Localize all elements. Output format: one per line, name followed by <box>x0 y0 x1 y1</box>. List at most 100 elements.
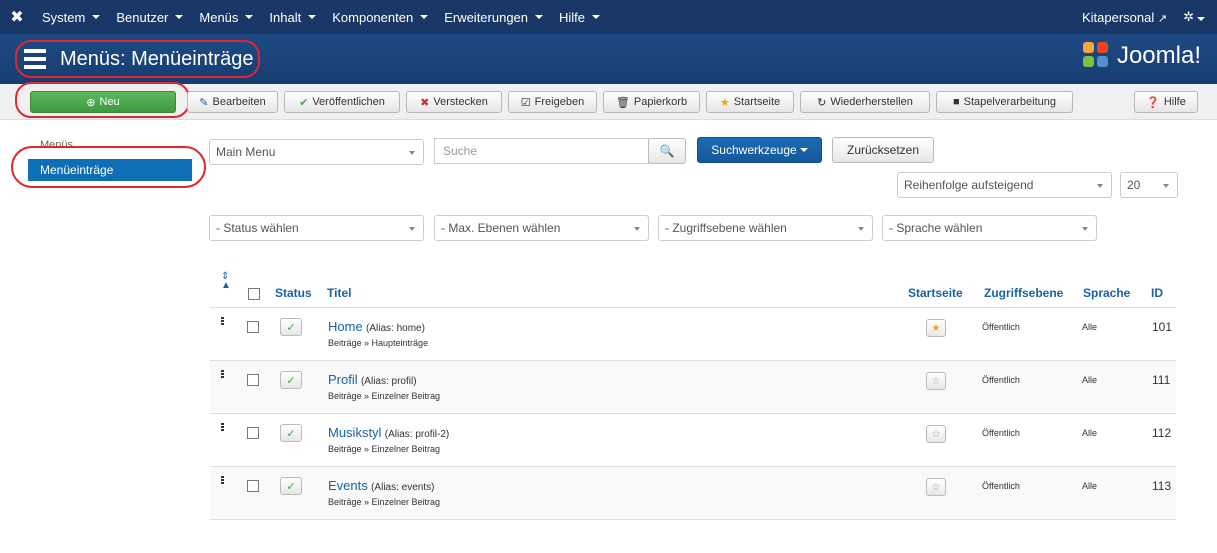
header-language[interactable]: Sprache <box>1083 286 1130 300</box>
plus-circle-icon: ⊕ <box>86 96 96 109</box>
select-arrow-icon <box>1082 227 1088 231</box>
new-button[interactable]: ⊕ Neu <box>30 91 176 113</box>
published-toggle[interactable]: ✓ <box>280 424 302 442</box>
rebuild-button[interactable]: ↻ Wiederherstellen <box>800 91 930 113</box>
reset-button[interactable]: Zurücksetzen <box>832 137 934 163</box>
help-button[interactable]: ❓ Hilfe <box>1134 91 1198 113</box>
select-all-checkbox[interactable] <box>248 288 260 300</box>
item-title-link[interactable]: Profil <box>328 372 358 387</box>
header-id[interactable]: ID <box>1151 286 1163 300</box>
language: Alle <box>1082 375 1098 385</box>
drag-handle-icon[interactable] <box>221 370 224 379</box>
levels-filter[interactable]: - Max. Ebenen wählen <box>434 215 649 241</box>
page-title: Menüs: Menüeinträge <box>60 47 254 70</box>
header-title[interactable]: Titel <box>327 286 351 300</box>
access-level: Öffentlich <box>982 375 1020 385</box>
caret-down-icon <box>92 15 101 19</box>
row-checkbox[interactable] <box>247 321 259 333</box>
search-button[interactable]: 🔍 <box>648 138 686 164</box>
menu-content[interactable]: Inhalt <box>261 10 324 25</box>
item-type: Beiträge » Einzelner Beitrag <box>328 444 441 454</box>
site-link[interactable]: Kitapersonal ↗ <box>1082 10 1167 25</box>
drag-handle-icon[interactable] <box>221 317 224 326</box>
edit-button[interactable]: ✎ Bearbeiten <box>187 91 278 113</box>
language-filter[interactable]: - Sprache wählen <box>882 215 1097 241</box>
check-icon: ✓ <box>286 480 296 493</box>
check-icon: ✓ <box>286 321 296 334</box>
published-toggle[interactable]: ✓ <box>280 477 302 495</box>
check-icon: ✓ <box>286 427 296 440</box>
caret-down-icon <box>592 15 601 19</box>
row-checkbox[interactable] <box>247 427 259 439</box>
unpublish-button[interactable]: ✖ Verstecken <box>406 91 502 113</box>
menu-users[interactable]: Benutzer <box>108 10 191 25</box>
menu-extensions[interactable]: Erweiterungen <box>436 10 551 25</box>
language: Alle <box>1082 481 1098 491</box>
row-checkbox[interactable] <box>247 480 259 492</box>
access-filter[interactable]: - Zugriffsebene wählen <box>658 215 873 241</box>
sidebar-item-menus[interactable]: Menüs <box>40 139 73 151</box>
language: Alle <box>1082 322 1098 332</box>
list-icon <box>24 49 46 69</box>
menu-select[interactable]: Main Menu <box>209 139 424 165</box>
trash-button[interactable]: 🗑 Papierkorb <box>603 91 700 113</box>
item-type: Beiträge » Einzelner Beitrag <box>328 391 441 401</box>
table-row: ✓ Musikstyl (Alias: profil-2) Beiträge »… <box>210 413 1176 465</box>
select-arrow-icon <box>1163 184 1169 188</box>
item-title-link[interactable]: Home <box>328 319 363 334</box>
row-checkbox[interactable] <box>247 374 259 386</box>
status-filter[interactable]: - Status wählen <box>209 215 424 241</box>
select-arrow-icon <box>1097 184 1103 188</box>
access-level: Öffentlich <box>982 428 1020 438</box>
sidebar-item-menu-items[interactable]: Menüeinträge <box>28 159 192 181</box>
table-row: ✓ Home (Alias: home) Beiträge » Hauptein… <box>210 307 1176 359</box>
edit-icon: ✎ <box>199 96 209 109</box>
home-toggle[interactable]: ☆ <box>926 478 946 496</box>
item-title-link[interactable]: Musikstyl <box>328 425 381 440</box>
external-link-icon: ↗ <box>1157 12 1168 25</box>
star-outline-icon: ☆ <box>931 428 941 440</box>
limit-select[interactable]: 20 <box>1120 172 1178 198</box>
star-icon: ★ <box>719 96 730 109</box>
header-access[interactable]: Zugriffsebene <box>984 286 1063 300</box>
header-status[interactable]: Status <box>275 286 312 300</box>
home-toggle[interactable]: ★ <box>926 319 946 337</box>
drag-handle-icon[interactable] <box>221 423 224 432</box>
search-tools-button[interactable]: Suchwerkzeuge <box>697 137 822 163</box>
item-id: 111 <box>1152 373 1171 387</box>
joomla-logo-icon[interactable]: ✖ <box>0 0 34 34</box>
gear-icon: ✲ <box>1183 9 1194 24</box>
home-toggle[interactable]: ☆ <box>926 372 946 390</box>
joomla-brand: Joomla! <box>1082 42 1201 70</box>
item-type: Beiträge » Haupteinträge <box>328 338 429 348</box>
ordering-select[interactable]: Reihenfolge aufsteigend <box>897 172 1112 198</box>
item-id: 112 <box>1152 426 1172 440</box>
joomla-mark-icon <box>1082 42 1111 70</box>
settings-menu[interactable]: ✲ <box>1183 9 1205 25</box>
caret-down-icon <box>245 15 254 19</box>
item-id: 101 <box>1152 320 1173 334</box>
item-title-link[interactable]: Events <box>328 478 368 493</box>
publish-button[interactable]: ✔ Veröffentlichen <box>284 91 400 113</box>
access-level: Öffentlich <box>982 322 1020 332</box>
home-toggle[interactable]: ☆ <box>926 425 946 443</box>
published-toggle[interactable]: ✓ <box>280 371 302 389</box>
check-icon: ✔ <box>299 96 309 109</box>
sort-ordering-icon[interactable]: ⇕ ▲ <box>221 272 231 291</box>
header-home[interactable]: Startseite <box>908 286 963 300</box>
item-title: Musikstyl (Alias: profil-2) <box>328 425 450 440</box>
caret-down-icon <box>799 148 808 152</box>
search-input[interactable]: Suche <box>434 138 649 164</box>
table-bottom-border <box>210 519 1176 520</box>
trash-icon: 🗑 <box>615 96 630 109</box>
published-toggle[interactable]: ✓ <box>280 318 302 336</box>
menu-system[interactable]: System <box>34 10 108 25</box>
batch-button[interactable]: ■ Stapelverarbeitung <box>936 91 1073 113</box>
home-button[interactable]: ★ Startseite <box>706 91 794 113</box>
caret-down-icon <box>1197 17 1205 21</box>
drag-handle-icon[interactable] <box>221 476 224 485</box>
menu-help[interactable]: Hilfe <box>551 10 608 25</box>
menu-components[interactable]: Komponenten <box>324 10 436 25</box>
menu-menus[interactable]: Menüs <box>191 10 261 25</box>
checkin-button[interactable]: ☑ Freigeben <box>508 91 597 113</box>
